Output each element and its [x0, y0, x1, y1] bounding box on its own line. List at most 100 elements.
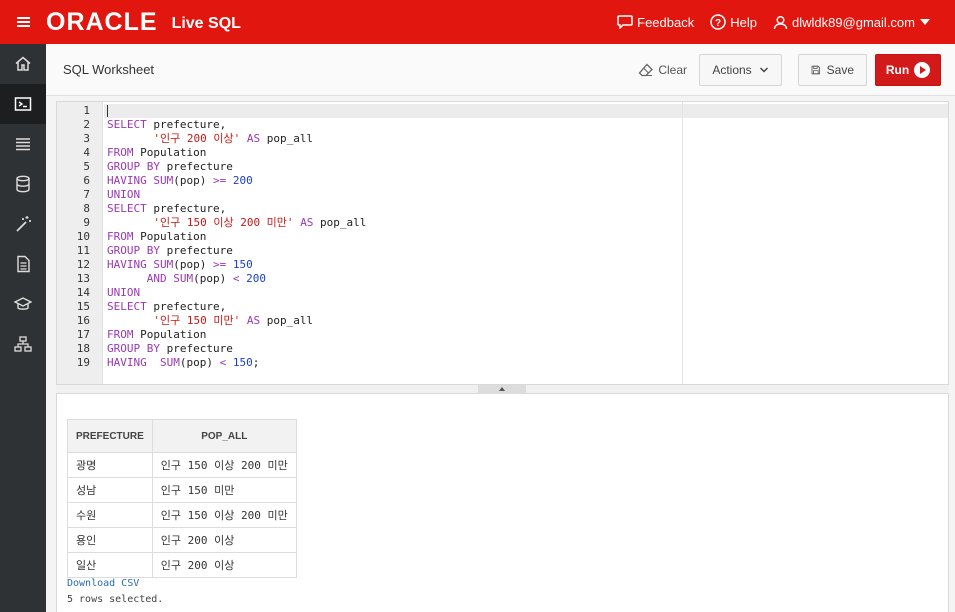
code-line: FROM Population [107, 146, 207, 159]
editor-results-splitter[interactable] [56, 385, 949, 394]
line-number: 8 [83, 202, 90, 215]
print-margin [682, 102, 683, 384]
home-icon [15, 56, 31, 71]
clear-label: Clear [658, 62, 687, 77]
rows-selected-status: 5 rows selected. [67, 594, 164, 605]
cell-pop-all: 인구 200 이상 [151, 527, 297, 553]
nav-schema[interactable] [0, 324, 46, 364]
table-row: 성남 인구 150 미만 [67, 477, 297, 503]
play-icon [914, 61, 931, 78]
chevron-down-icon [759, 66, 768, 73]
text-cursor [107, 105, 108, 117]
code-area[interactable]: SELECT prefecture, '인구 200 이상' AS pop_al… [104, 102, 948, 384]
code-line: FROM Population [107, 230, 207, 243]
line-number: 10 [76, 230, 90, 243]
cell-pop-all: 인구 150 이상 200 미만 [151, 452, 297, 478]
product-name[interactable]: Live SQL [172, 15, 241, 33]
feedback-link[interactable]: Feedback [617, 15, 694, 30]
sql-editor[interactable]: 1 2 3 4 5 6 7 8 9 10 11 12 13 14 15 16 17 18 19 SELECT pre… [56, 101, 949, 385]
cell-pop-all: 인구 200 이상 [151, 552, 297, 578]
worksheet-header: SQL Worksheet Clear Actions Save Run [46, 44, 955, 96]
clear-button[interactable]: Clear [638, 63, 687, 77]
table-row: 광명 인구 150 이상 200 미만 [67, 452, 297, 478]
line-number-gutter: 1 2 3 4 5 6 7 8 9 10 11 12 13 14 15 16 17 18 19 [57, 102, 103, 384]
code-line: SELECT prefecture, [107, 300, 227, 313]
nav-home[interactable] [0, 44, 46, 84]
line-number: 7 [83, 188, 90, 201]
line-number: 3 [83, 132, 90, 145]
nav-sql-worksheet[interactable] [0, 84, 46, 124]
download-csv-link[interactable]: Download CSV [67, 578, 139, 589]
table-row: 일산 인구 200 이상 [67, 552, 297, 578]
database-icon [16, 175, 30, 193]
line-number: 19 [76, 356, 90, 369]
line-number: 15 [76, 300, 90, 313]
help-label: Help [730, 14, 757, 30]
eraser-icon [638, 63, 654, 76]
code-line: GROUP BY prefecture [107, 342, 233, 355]
code-line: SELECT prefecture, [107, 202, 227, 215]
run-button[interactable]: Run [875, 53, 941, 86]
feedback-label: Feedback [637, 14, 695, 30]
caret-down-icon [920, 19, 930, 25]
line-number: 18 [76, 342, 90, 355]
cell-prefecture: 광명 [67, 452, 153, 478]
save-label: Save [826, 62, 854, 77]
line-number: 2 [83, 118, 90, 131]
line-number: 13 [76, 272, 90, 285]
wand-icon [16, 216, 31, 232]
line-number: 16 [76, 314, 90, 327]
line-number: 5 [83, 160, 90, 173]
nav-quick-sql[interactable] [0, 204, 46, 244]
help-link[interactable]: ? Help [710, 14, 757, 30]
sql-worksheet-icon [14, 97, 32, 111]
table-row: 용인 인구 200 이상 [67, 527, 297, 553]
save-button[interactable]: Save [798, 53, 867, 86]
education-icon [14, 297, 32, 310]
line-number: 6 [83, 174, 90, 187]
nav-learn[interactable] [0, 284, 46, 324]
list-icon [16, 138, 30, 151]
actions-menu-button[interactable]: Actions [699, 53, 782, 86]
user-email: dlwldk89@gmail.com [791, 14, 915, 30]
collapse-arrow-icon[interactable] [478, 385, 526, 394]
code-line: GROUP BY prefecture [107, 244, 233, 257]
table-row: 수원 인구 150 이상 200 미만 [67, 502, 297, 528]
cell-prefecture: 성남 [67, 477, 153, 503]
user-icon [773, 15, 788, 29]
top-bar: ORACLE Live SQL Feedback ? Help dlwldk89… [0, 0, 955, 44]
results-table: PREFECTURE POP_ALL 광명 인구 150 이상 200 미만 성남 인… [67, 419, 297, 578]
oracle-logo: ORACLE [46, 7, 158, 36]
column-header-pop-all: POP_ALL [151, 419, 297, 453]
page-title: SQL Worksheet [63, 62, 155, 77]
code-line: '인구 150 미만' AS pop_all [153, 314, 314, 327]
line-number: 14 [76, 286, 90, 299]
code-line: GROUP BY prefecture [107, 160, 233, 173]
schema-icon [14, 336, 32, 352]
user-menu[interactable]: dlwldk89@gmail.com [773, 15, 931, 30]
code-line: HAVING SUM(pop) >= 150 [107, 258, 253, 271]
actions-label: Actions [712, 62, 752, 77]
hamburger-icon [16, 17, 30, 27]
line-number: 12 [76, 258, 90, 271]
document-icon [16, 255, 30, 273]
code-line: HAVING SUM(pop) < 150; [107, 356, 260, 369]
nav-scripts[interactable] [0, 244, 46, 284]
menu-toggle-button[interactable] [0, 0, 46, 44]
cell-prefecture: 일산 [67, 552, 153, 578]
line-number: 9 [83, 216, 90, 229]
code-line: HAVING SUM(pop) >= 200 [107, 174, 253, 187]
run-label: Run [885, 62, 910, 77]
code-line: UNION [107, 286, 141, 299]
nav-database[interactable] [0, 164, 46, 204]
code-line: AND SUM(pop) < 200 [146, 272, 266, 285]
save-icon [811, 65, 821, 74]
help-icon: ? [710, 14, 726, 30]
line-number: 4 [83, 146, 90, 159]
cell-pop-all: 인구 150 미만 [151, 477, 297, 503]
code-line: SELECT prefecture, [107, 118, 227, 131]
line-number: 1 [83, 104, 90, 117]
line-number: 11 [76, 244, 90, 257]
chat-icon [617, 15, 633, 29]
nav-list[interactable] [0, 124, 46, 164]
